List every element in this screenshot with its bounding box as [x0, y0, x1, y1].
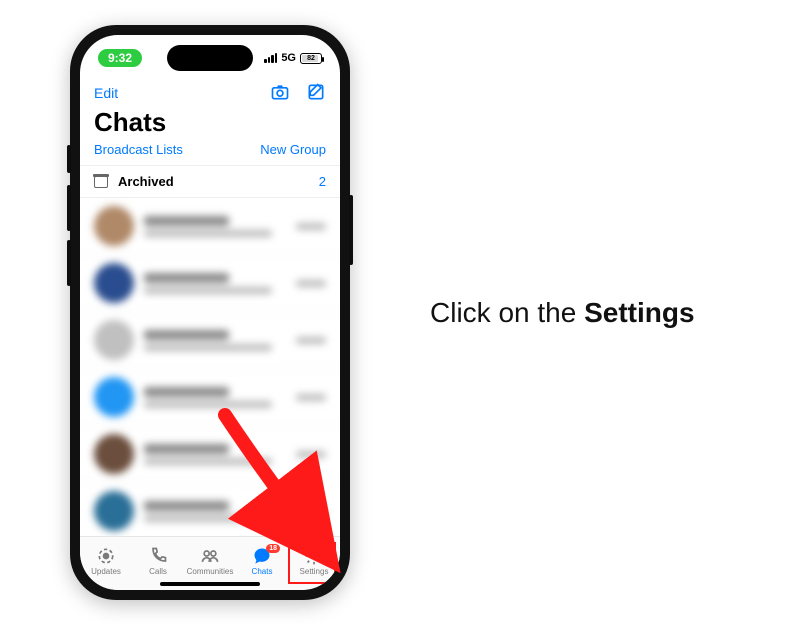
avatar: [94, 320, 134, 360]
link-row: Broadcast Lists New Group: [80, 142, 340, 165]
edit-button[interactable]: Edit: [94, 85, 118, 101]
tab-calls[interactable]: Calls: [134, 546, 182, 576]
phone-side-button: [349, 195, 353, 265]
new-group-link[interactable]: New Group: [260, 142, 326, 157]
avatar: [94, 206, 134, 246]
communities-icon: [200, 546, 220, 566]
phone-icon: [148, 546, 168, 566]
chat-row[interactable]: [80, 198, 340, 255]
tab-label: Calls: [149, 567, 167, 576]
chat-text: [144, 216, 286, 237]
chat-row[interactable]: [80, 483, 340, 536]
chat-text: [144, 444, 286, 465]
status-ring-icon: [96, 546, 116, 566]
status-time: 9:32: [98, 49, 142, 67]
chat-time: [296, 508, 326, 515]
avatar: [94, 377, 134, 417]
broadcast-lists-link[interactable]: Broadcast Lists: [94, 142, 183, 157]
battery-icon: 82: [300, 53, 322, 64]
unread-badge: 18: [266, 544, 280, 553]
tab-updates[interactable]: Updates: [82, 546, 130, 576]
tab-label: Communities: [187, 567, 234, 576]
page-title: Chats: [80, 105, 340, 142]
phone-side-button: [67, 185, 71, 231]
tab-chats[interactable]: 18 Chats: [238, 546, 286, 576]
avatar: [94, 434, 134, 474]
chat-text: [144, 330, 286, 351]
nav-row: Edit: [80, 81, 340, 105]
phone-mockup: 9:32 5G 82 Edit: [70, 25, 350, 600]
chat-time: [296, 337, 326, 344]
archived-label: Archived: [118, 174, 174, 189]
network-label: 5G: [281, 52, 296, 64]
home-indicator: [160, 582, 260, 586]
chat-text: [144, 501, 286, 522]
gear-icon: [304, 546, 324, 566]
instruction-bold: Settings: [584, 297, 694, 328]
avatar: [94, 263, 134, 303]
chat-row[interactable]: [80, 312, 340, 369]
chat-row[interactable]: [80, 426, 340, 483]
instruction-text: Click on the Settings: [430, 297, 695, 329]
chat-row[interactable]: [80, 369, 340, 426]
tab-communities[interactable]: Communities: [186, 546, 234, 576]
avatar: [94, 491, 134, 531]
signal-icon: [264, 53, 277, 63]
phone-side-button: [67, 145, 71, 173]
phone-side-button: [67, 240, 71, 286]
archive-icon: [94, 176, 108, 188]
phone-frame: 9:32 5G 82 Edit: [70, 25, 350, 600]
camera-icon[interactable]: [270, 82, 290, 105]
archived-row[interactable]: Archived 2: [80, 165, 340, 198]
dynamic-island: [167, 45, 253, 71]
tab-settings[interactable]: Settings: [290, 546, 338, 576]
instruction-prefix: Click on the: [430, 297, 584, 328]
chat-list[interactable]: [80, 198, 340, 536]
chat-text: [144, 273, 286, 294]
battery-level: 82: [307, 55, 315, 62]
chat-time: [296, 280, 326, 287]
chat-time: [296, 451, 326, 458]
archived-count: 2: [319, 174, 326, 189]
screen: 9:32 5G 82 Edit: [80, 35, 340, 590]
chat-time: [296, 394, 326, 401]
chat-time: [296, 223, 326, 230]
chat-text: [144, 387, 286, 408]
tab-label: Settings: [300, 567, 329, 576]
compose-icon[interactable]: [306, 82, 326, 105]
chat-row[interactable]: [80, 255, 340, 312]
status-right: 5G 82: [264, 52, 322, 64]
tab-label: Updates: [91, 567, 121, 576]
tab-label: Chats: [252, 567, 273, 576]
